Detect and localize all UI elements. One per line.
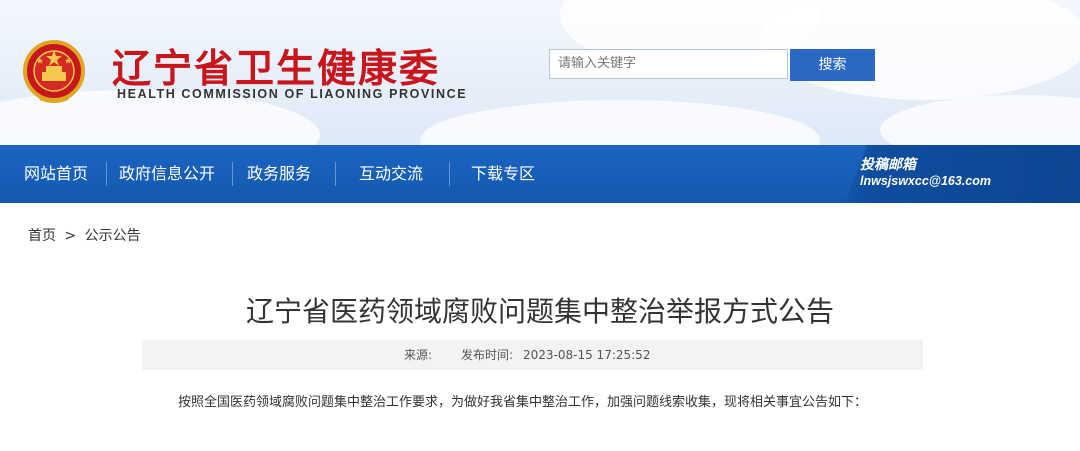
article-meta-bar: 来源: 发布时间: 2023-08-15 17:25:52 (142, 340, 923, 370)
publish-date-value: 2023-08-15 17:25:52 (523, 348, 651, 362)
nav-divider (232, 162, 233, 186)
article-title: 辽宁省医药领域腐败问题集中整治举报方式公告 (245, 295, 834, 328)
site-title[interactable]: 辽宁省卫生健康委 (112, 38, 440, 94)
nav-divider (335, 162, 336, 186)
breadcrumb-separator: > (64, 228, 77, 244)
site-subtitle: HEALTH COMMISSION OF LIAONING PROVINCE (117, 87, 468, 101)
source-label: 来源: (404, 348, 433, 362)
national-emblem-icon[interactable] (22, 38, 86, 106)
search-button[interactable]: 搜索 (790, 49, 875, 81)
breadcrumb-current-link[interactable]: 公示公告 (85, 228, 141, 244)
mailbox-title: 投稿邮箱 (860, 157, 916, 173)
search-input[interactable]: 请输入关键字 (549, 49, 788, 79)
nav-item-downloads[interactable]: 下载专区 (471, 145, 535, 203)
nav-divider (449, 162, 450, 186)
mailbox-address-link[interactable]: lnwsjswxcc@163.com (860, 174, 991, 188)
nav-item-home[interactable]: 网站首页 (24, 145, 88, 203)
nav-item-interaction[interactable]: 互动交流 (359, 145, 423, 203)
nav-item-gov-info[interactable]: 政府信息公开 (119, 145, 215, 203)
publish-date-label: 发布时间: (461, 348, 514, 362)
nav-divider (106, 162, 107, 186)
breadcrumb: 首页 > 公示公告 (28, 225, 141, 245)
nav-item-services[interactable]: 政务服务 (247, 145, 311, 203)
breadcrumb-home-link[interactable]: 首页 (28, 228, 56, 244)
article-body-paragraph: 按照全国医药领域腐败问题集中整治工作要求，为做好我省集中整治工作，加强问题线索收… (178, 395, 868, 410)
header-banner: 辽宁省卫生健康委 HEALTH COMMISSION OF LIAONING P… (0, 0, 1080, 145)
